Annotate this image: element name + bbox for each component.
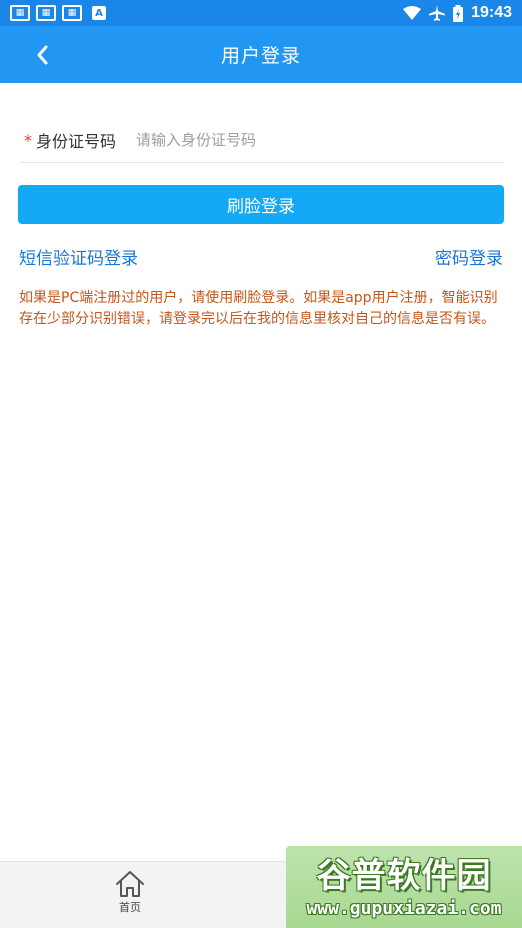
- sms-login-link[interactable]: 短信验证码登录: [19, 244, 138, 269]
- wifi-icon: [403, 6, 422, 20]
- id-number-label: 身份证号码: [36, 132, 117, 151]
- status-right: 19:43: [403, 4, 512, 22]
- status-left: ▦ ▦ ▦ A: [10, 5, 106, 21]
- nav-item-home[interactable]: 首页: [110, 870, 150, 915]
- login-notice: 如果是PC端注册过的用户，请使用刷脸登录。如果是app用户注册，智能识别存在少部…: [19, 290, 498, 327]
- nav-home-label: 首页: [119, 901, 141, 914]
- notification-icon: ▦: [10, 5, 30, 21]
- notification-icon: ▦: [62, 5, 82, 21]
- home-icon: [116, 871, 144, 897]
- airplane-icon: [429, 5, 446, 21]
- battery-icon: [453, 4, 464, 22]
- watermark-brand: 谷普软件园: [316, 855, 492, 896]
- watermark-url: www.gupuxiazai.com: [306, 897, 502, 919]
- app-header: 用户登录: [0, 26, 522, 83]
- status-bar: ▦ ▦ ▦ A 19:43: [0, 0, 522, 26]
- watermark-logo: 谷普软件园 www.gupuxiazai.com: [286, 846, 522, 928]
- clock: 19:43: [471, 4, 512, 21]
- notification-icon: ▦: [36, 5, 56, 21]
- app-badge-icon: A: [92, 6, 106, 20]
- chevron-left-icon: [37, 45, 48, 64]
- password-login-link[interactable]: 密码登录: [435, 244, 503, 269]
- required-mark: *: [24, 130, 32, 150]
- id-number-input[interactable]: [132, 131, 504, 149]
- id-number-field: * 身份证号码: [20, 118, 504, 163]
- page-title: 用户登录: [220, 45, 301, 67]
- back-button[interactable]: [28, 41, 56, 69]
- face-login-button[interactable]: 刷脸登录: [18, 185, 504, 224]
